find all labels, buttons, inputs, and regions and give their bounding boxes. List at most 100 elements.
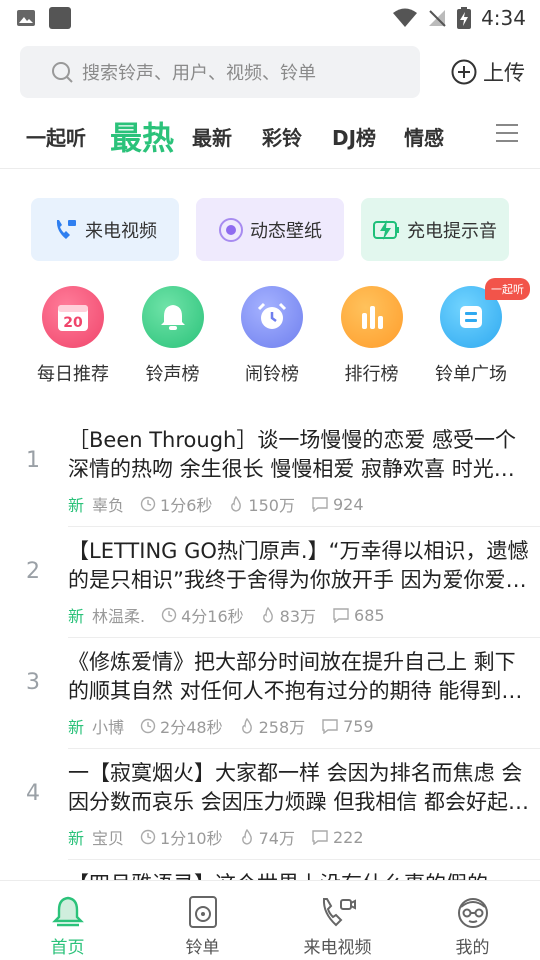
song-author[interactable]: 宝贝 <box>92 825 124 849</box>
new-tag: 新 <box>68 496 85 515</box>
category-ranking-label: 排行榜 <box>344 364 399 385</box>
profile-face-icon <box>457 898 488 928</box>
category-ringtone-chart-label: 铃声榜 <box>145 364 200 385</box>
battery-charging-icon <box>457 7 472 29</box>
clock-icon <box>140 829 156 845</box>
search-row: 搜索铃声、用户、视频、铃单 上传 <box>20 46 525 98</box>
no-signal-icon <box>429 10 446 27</box>
category-playlist-square-label: 铃单广场 <box>435 364 507 385</box>
song-list: 1 ［Been Through］谈一场慢慢的恋爱 感受一个深情的热吻 余生很长 … <box>0 416 540 960</box>
new-tag: 新 <box>68 718 85 737</box>
search-placeholder: 搜索铃声、用户、视频、铃单 <box>82 63 316 84</box>
category-daily-recommend-label: 每日推荐 <box>37 364 109 385</box>
feature-cards: 来电视频 动态壁纸 充电提示音 <box>31 198 509 261</box>
new-tag: 新 <box>68 829 85 848</box>
song-comments: 685 <box>354 605 385 625</box>
category-tabs: 一起听 最热 最新 彩铃 DJ榜 情感 <box>0 108 540 164</box>
feature-charging-sound[interactable]: 充电提示音 <box>361 198 509 261</box>
song-title: 《修炼爱情》把大部分时间放在提升自己上 剩下的顺其自然 对任何人不抱有过分的期待… <box>68 650 523 703</box>
speaker-box-icon <box>188 896 217 928</box>
song-title: 一【寂寞烟火】大家都一样 会因为排名而焦虑 会因分数而哀乐 会因压力烦躁 但我相… <box>68 761 530 814</box>
category-daily-recommend[interactable]: 20 每日推荐 <box>30 286 116 386</box>
phone-video-icon <box>322 898 356 927</box>
song-duration: 1分6秒 <box>160 496 213 515</box>
menu-icon[interactable] <box>496 122 518 144</box>
gallery-notification-icon <box>17 10 35 26</box>
search-icon <box>52 62 73 83</box>
nav-call-video[interactable]: 来电视频 <box>270 881 405 960</box>
wifi-icon <box>393 8 418 27</box>
wallpaper-icon <box>219 217 243 242</box>
song-author[interactable]: 小博 <box>92 714 124 738</box>
song-rank: 3 <box>26 670 40 695</box>
category-shortcuts: 20 每日推荐 铃声榜 闹铃榜 排行榜 一起听 铃单广场 <box>30 278 530 386</box>
home-bell-icon <box>51 896 84 927</box>
tabs-divider <box>0 168 540 169</box>
alarm-clock-icon <box>257 302 287 329</box>
comment-icon <box>333 608 349 623</box>
song-plays: 83万 <box>279 607 317 626</box>
song-rank: 1 <box>26 448 40 473</box>
calendar-day-number: 20 <box>63 315 83 331</box>
phone-video-icon <box>56 219 76 239</box>
song-comments: 759 <box>343 716 374 736</box>
clock-icon <box>140 718 156 734</box>
upload-label: 上传 <box>483 61 525 85</box>
list-item[interactable]: 1 ［Been Through］谈一场慢慢的恋爱 感受一个深情的热吻 余生很长 … <box>0 416 540 527</box>
comment-icon <box>312 830 328 845</box>
list-item[interactable]: 2 【LETTING GO热门原声.】“万幸得以相识，遗憾的是只相识”我终于舍得… <box>0 527 540 638</box>
song-duration: 4分16秒 <box>181 607 244 626</box>
song-author[interactable]: 辜负 <box>92 492 124 516</box>
plus-circle-icon <box>451 59 477 85</box>
song-title: ［Been Through］谈一场慢慢的恋爱 感受一个深情的热吻 余生很长 慢慢… <box>68 428 517 481</box>
tab-emotion[interactable]: 情感 <box>404 122 444 151</box>
bottom-nav: 首页 铃单 来电视频 我的 <box>0 880 540 960</box>
bars-icon <box>361 306 383 329</box>
list-item[interactable]: 4 一【寂寞烟火】大家都一样 会因为排名而焦虑 会因分数而哀乐 会因压力烦躁 但… <box>0 749 540 860</box>
tab-newest[interactable]: 最新 <box>192 122 232 151</box>
category-alarm-chart-label: 闹铃榜 <box>245 364 299 385</box>
nav-home[interactable]: 首页 <box>0 881 135 960</box>
tab-color-ring[interactable]: 彩铃 <box>262 122 302 151</box>
calendar-icon: 20 <box>58 305 88 331</box>
category-playlist-square[interactable]: 一起听 铃单广场 <box>428 278 530 386</box>
feature-live-wallpaper-label: 动态壁纸 <box>250 220 322 242</box>
comment-icon <box>322 719 338 734</box>
upload-button[interactable]: 上传 <box>451 57 525 87</box>
category-ranking[interactable]: 排行榜 <box>329 286 415 386</box>
nav-profile[interactable]: 我的 <box>405 881 540 960</box>
list-item[interactable]: 3 《修炼爱情》把大部分时间放在提升自己上 剩下的顺其自然 对任何人不抱有过分的… <box>0 638 540 749</box>
category-ringtone-chart[interactable]: 铃声榜 <box>130 286 216 386</box>
fire-icon <box>262 607 273 623</box>
category-alarm-chart[interactable]: 闹铃榜 <box>229 286 315 386</box>
song-author[interactable]: 林温柔. <box>92 603 145 627</box>
song-duration: 1分10秒 <box>160 829 223 848</box>
song-plays: 150万 <box>248 496 295 515</box>
nav-playlist[interactable]: 铃单 <box>135 881 270 960</box>
feature-call-video-label: 来电视频 <box>85 220 157 242</box>
song-plays: 74万 <box>258 829 295 848</box>
comment-icon <box>312 497 328 512</box>
nav-playlist-label: 铃单 <box>185 938 220 958</box>
status-time: 4:34 <box>481 6 526 30</box>
tab-together[interactable]: 一起听 <box>26 122 86 151</box>
new-tag: 新 <box>68 607 85 626</box>
category-badge: 一起听 <box>485 278 530 300</box>
search-input[interactable]: 搜索铃声、用户、视频、铃单 <box>20 46 420 98</box>
tab-hottest[interactable]: 最热 <box>110 113 174 159</box>
nav-profile-label: 我的 <box>455 938 490 958</box>
clock-icon <box>140 496 156 512</box>
song-rank: 2 <box>26 559 40 584</box>
clock-icon <box>161 607 177 623</box>
tab-dj-chart[interactable]: DJ榜 <box>332 122 376 151</box>
fire-icon <box>231 496 242 512</box>
fire-icon <box>241 718 252 734</box>
song-duration: 2分48秒 <box>160 718 223 737</box>
nav-home-label: 首页 <box>50 938 85 958</box>
feature-charging-sound-label: 充电提示音 <box>407 220 497 242</box>
feature-live-wallpaper[interactable]: 动态壁纸 <box>196 198 344 261</box>
app-notification-icon <box>49 7 71 29</box>
feature-call-video[interactable]: 来电视频 <box>31 198 179 261</box>
playlist-icon <box>460 306 482 328</box>
bell-icon <box>160 305 185 330</box>
